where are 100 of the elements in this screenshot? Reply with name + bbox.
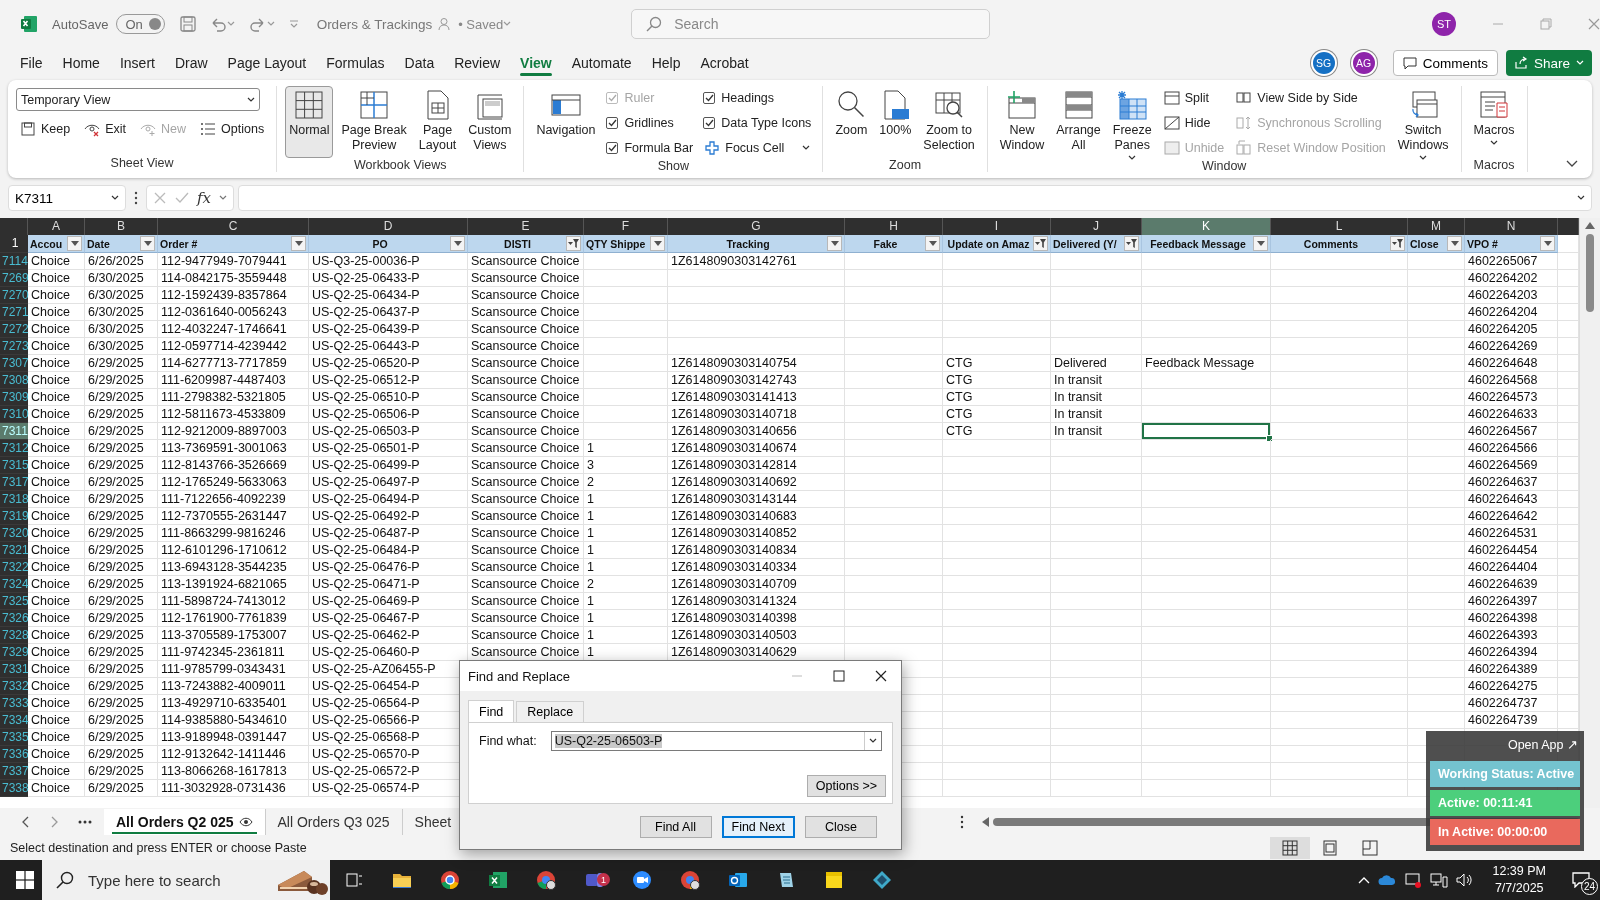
checkbox[interactable]: Headings xyxy=(700,86,815,109)
sticky-note-icon[interactable] xyxy=(824,870,844,890)
spreadsheet-app-icon[interactable] xyxy=(488,870,508,890)
filter-button[interactable] xyxy=(1447,236,1462,251)
filter-button[interactable] xyxy=(1253,236,1268,251)
column-header[interactable]: B xyxy=(85,218,158,235)
filter-button[interactable] xyxy=(827,236,842,251)
dialog-button[interactable]: Close xyxy=(805,816,877,838)
customize-icon[interactable] xyxy=(288,19,299,29)
row-number[interactable]: 7325 xyxy=(0,593,28,610)
comments-button[interactable]: Comments xyxy=(1392,50,1498,76)
row-number[interactable]: 7271 xyxy=(0,304,28,321)
close-icon[interactable] xyxy=(875,670,887,682)
ribbon-button[interactable]: Normal xyxy=(285,86,334,158)
ribbon-button[interactable]: Focus Cell xyxy=(700,136,815,159)
row-number[interactable]: 7272 xyxy=(0,321,28,338)
column-header[interactable]: G xyxy=(668,218,845,235)
monitor-alert-icon[interactable] xyxy=(1404,871,1423,889)
column-header[interactable]: J xyxy=(1051,218,1142,235)
filter-button[interactable] xyxy=(140,236,155,251)
view-dropdown[interactable]: Temporary View xyxy=(16,88,260,111)
menu-tab[interactable]: Draw xyxy=(164,49,218,77)
ribbon-button[interactable]: Page Layout xyxy=(414,86,461,158)
column-header[interactable]: D xyxy=(309,218,468,235)
clock-time[interactable]: 12:39 PM xyxy=(1492,863,1546,880)
menu-tab[interactable]: Data xyxy=(394,49,445,77)
column-header[interactable]: C xyxy=(158,218,309,235)
ribbon-button[interactable]: Options xyxy=(196,117,269,140)
ribbon-button[interactable]: Hide xyxy=(1159,111,1229,134)
task-view-icon[interactable] xyxy=(344,870,364,890)
menu-tab[interactable]: Home xyxy=(52,49,110,77)
collapse-ribbon-icon[interactable] xyxy=(1566,160,1578,168)
user-avatar[interactable]: ST xyxy=(1432,12,1456,36)
browser-profile-icon[interactable] xyxy=(536,870,556,890)
row-number[interactable]: 7326 xyxy=(0,610,28,627)
diamond-app-icon[interactable] xyxy=(872,870,892,890)
column-header[interactable]: I xyxy=(943,218,1051,235)
network-icon[interactable] xyxy=(1430,872,1449,888)
menu-tab[interactable]: Formulas xyxy=(316,49,395,77)
options-button[interactable]: Options >> xyxy=(806,775,886,797)
insert-function-button[interactable]: fx xyxy=(197,189,211,207)
more-options-icon[interactable] xyxy=(134,191,138,205)
maximize-icon[interactable] xyxy=(833,670,845,682)
filter-button[interactable] xyxy=(1390,236,1405,251)
formula-input[interactable] xyxy=(238,185,1592,211)
row-number[interactable]: 1 xyxy=(0,235,28,253)
row-number[interactable]: 7309 xyxy=(0,389,28,406)
ribbon-button[interactable]: Exit xyxy=(80,117,131,140)
save-icon[interactable] xyxy=(178,15,197,33)
row-number[interactable]: 7312 xyxy=(0,440,28,457)
ribbon-button[interactable]: Zoom xyxy=(831,86,872,158)
mail-app-icon[interactable] xyxy=(728,870,748,890)
collaborator-avatar[interactable]: AG xyxy=(1352,52,1375,74)
row-number[interactable]: 7269 xyxy=(0,270,28,287)
row-number[interactable]: 7329 xyxy=(0,644,28,661)
checkbox[interactable]: Data Type Icons xyxy=(700,111,815,134)
row-number[interactable]: 7322 xyxy=(0,559,28,576)
filter-button[interactable] xyxy=(925,236,940,251)
view-button[interactable] xyxy=(1270,837,1310,859)
taskbar-search-field[interactable]: Type here to search xyxy=(42,860,330,900)
dialog-tab[interactable]: Find xyxy=(468,700,515,723)
row-number[interactable]: 7311 xyxy=(0,423,28,440)
row-number[interactable]: 7319 xyxy=(0,508,28,525)
check-icon[interactable] xyxy=(175,191,189,205)
row-number[interactable]: 7333 xyxy=(0,695,28,712)
menu-tab[interactable]: Page Layout xyxy=(217,49,317,77)
menu-tab[interactable]: Acrobat xyxy=(690,49,759,77)
video-app-icon[interactable] xyxy=(632,870,652,890)
cloud-icon[interactable] xyxy=(1378,874,1397,886)
filter-button[interactable] xyxy=(1540,236,1555,251)
next-sheet-icon[interactable] xyxy=(50,816,58,828)
volume-icon[interactable] xyxy=(1456,872,1475,888)
menu-tab[interactable]: Review xyxy=(444,49,511,77)
filter-button[interactable] xyxy=(291,236,306,251)
row-number[interactable]: 7273 xyxy=(0,338,28,355)
ribbon-button[interactable]: Keep xyxy=(16,117,75,140)
clock-date[interactable]: 7/7/2025 xyxy=(1494,880,1544,897)
filter-button[interactable] xyxy=(1033,236,1048,251)
browser-profile-icon[interactable] xyxy=(680,870,700,890)
column-header[interactable]: L xyxy=(1271,218,1408,235)
ribbon-button[interactable]: Split xyxy=(1159,86,1229,109)
menu-tab[interactable]: Help xyxy=(641,49,691,77)
dialog-tab[interactable]: Replace xyxy=(516,701,585,722)
row-number[interactable]: 7317 xyxy=(0,474,28,491)
ribbon-button[interactable]: New Window xyxy=(995,86,1049,158)
row-number[interactable]: 7318 xyxy=(0,491,28,508)
row-number[interactable]: 7332 xyxy=(0,678,28,695)
filter-button[interactable] xyxy=(566,236,581,251)
checkbox[interactable]: Gridlines xyxy=(603,111,697,134)
row-number[interactable]: 7114 xyxy=(0,253,28,270)
chevron-up-icon[interactable] xyxy=(1358,876,1371,884)
document-title[interactable]: Orders & Trackings xyxy=(316,16,433,32)
more-options-icon[interactable] xyxy=(960,815,964,829)
menu-tab[interactable]: Insert xyxy=(109,49,165,77)
start-icon[interactable] xyxy=(16,871,34,889)
menu-tab[interactable]: Automate xyxy=(561,49,642,77)
row-number[interactable]: 7338 xyxy=(0,780,28,797)
row-number[interactable]: 7337 xyxy=(0,763,28,780)
menu-tab[interactable]: File xyxy=(10,49,53,77)
open-app-link[interactable]: Open App ↗ xyxy=(1507,735,1580,758)
